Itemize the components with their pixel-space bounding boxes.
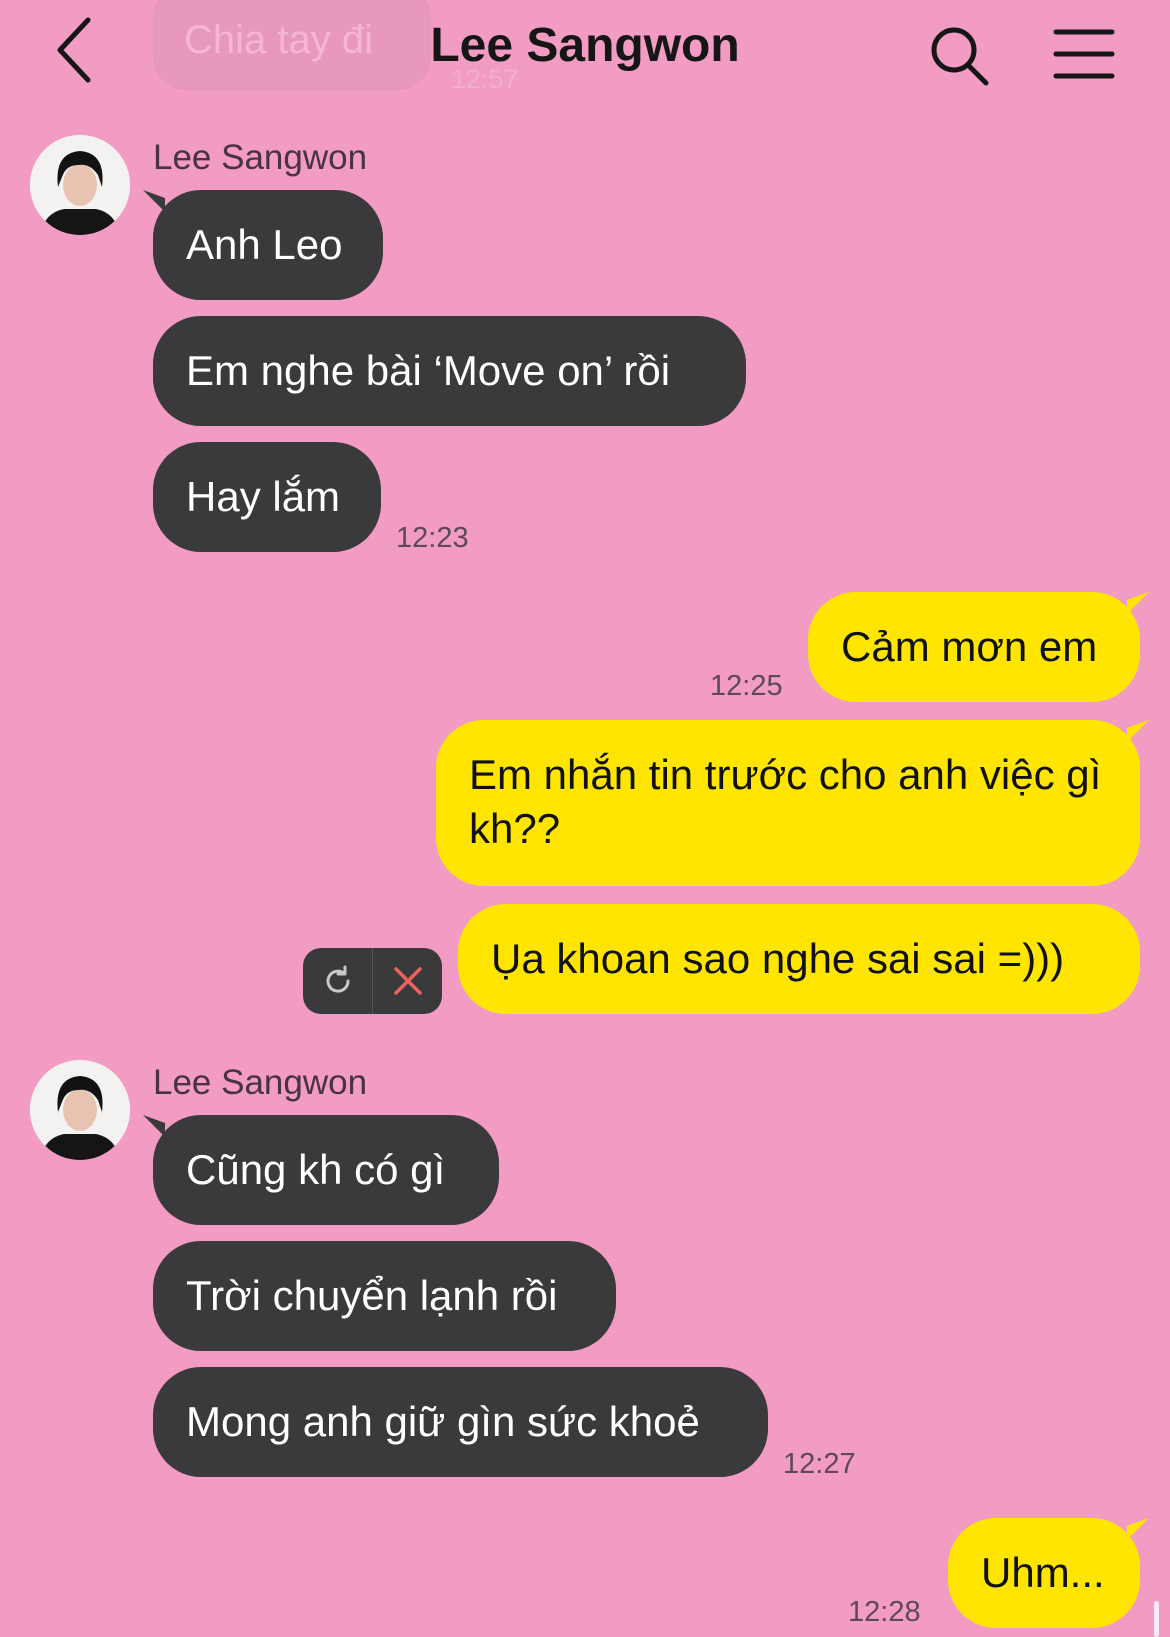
search-button[interactable] [928, 24, 992, 88]
message-time: 12:25 [710, 670, 783, 702]
avatar[interactable] [30, 1060, 130, 1160]
outgoing-message[interactable]: Ụa khoan sao nghe sai sai =))) [458, 904, 1140, 1014]
bubble-tail [1127, 592, 1149, 614]
message-time: 12:28 [848, 1596, 921, 1628]
retry-button[interactable] [303, 948, 372, 1014]
avatar-portrait [30, 135, 130, 235]
refresh-icon [326, 965, 350, 993]
avatar[interactable] [30, 135, 130, 235]
message-time: 12:23 [396, 522, 469, 554]
incoming-message[interactable]: Mong anh giữ gìn sức khoẻ [153, 1367, 768, 1477]
sender-name: Lee Sangwon [153, 138, 368, 177]
sender-name: Lee Sangwon [153, 1063, 368, 1102]
search-icon [931, 27, 989, 86]
outgoing-message[interactable]: Em nhắn tin trước cho anh việc gì kh?? [436, 720, 1140, 886]
hamburger-menu-icon [1053, 29, 1115, 79]
failed-send-controls [303, 948, 442, 1014]
incoming-message[interactable]: Cũng kh có gì [153, 1115, 499, 1225]
bubble-tail [1127, 720, 1149, 742]
incoming-message[interactable]: Em nghe bài ‘Move on’ rồi [153, 316, 746, 426]
avatar-portrait [30, 1060, 130, 1160]
incoming-message[interactable]: Anh Leo [153, 190, 383, 300]
message-time: 12:27 [783, 1448, 856, 1480]
bubble-tail [1127, 1518, 1149, 1540]
incoming-message[interactable]: Hay lắm [153, 442, 381, 552]
outgoing-message[interactable]: Uhm... [948, 1518, 1140, 1628]
cancel-send-button[interactable] [373, 948, 442, 1014]
chat-title: Lee Sangwon [430, 19, 740, 72]
scroll-indicator[interactable] [1154, 1601, 1159, 1637]
outgoing-message[interactable]: Cảm mơn em [808, 592, 1140, 702]
incoming-message[interactable]: Trời chuyển lạnh rồi [153, 1241, 616, 1351]
menu-button[interactable] [1052, 26, 1116, 82]
close-icon [393, 967, 422, 995]
